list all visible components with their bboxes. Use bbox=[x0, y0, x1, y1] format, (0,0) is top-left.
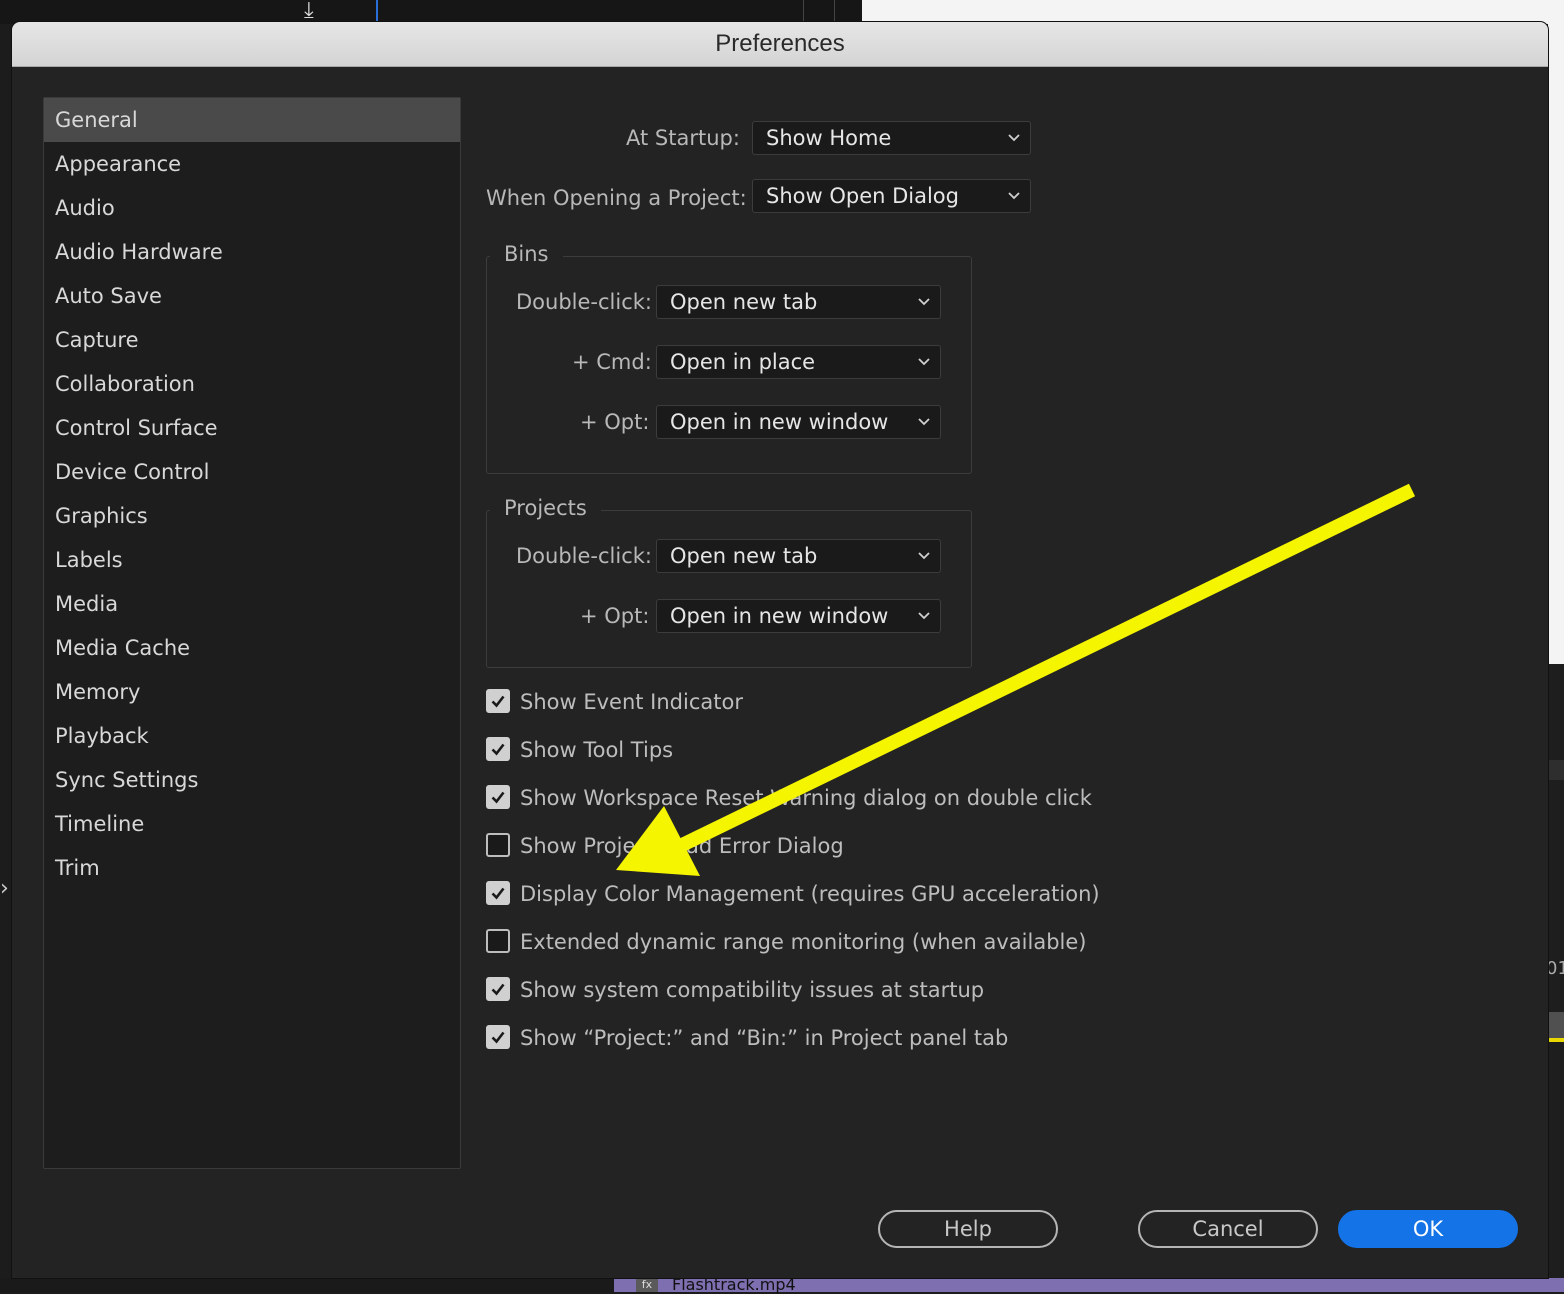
sidebar-item-device-control[interactable]: Device Control bbox=[44, 450, 460, 494]
background-app-marker bbox=[1548, 1038, 1564, 1042]
sidebar-item-control-surface[interactable]: Control Surface bbox=[44, 406, 460, 450]
checkbox-label: Show Project Load Error Dialog bbox=[520, 834, 844, 858]
background-app-bar bbox=[1548, 760, 1564, 780]
at-startup-select[interactable]: Show Home bbox=[752, 121, 1031, 155]
projects-group-title: Projects bbox=[490, 496, 601, 520]
fx-badge: fx bbox=[636, 1278, 658, 1292]
sidebar-item-playback[interactable]: Playback bbox=[44, 714, 460, 758]
projects-group bbox=[486, 510, 972, 668]
checkmark-icon bbox=[491, 695, 505, 708]
checkbox-label: Show Tool Tips bbox=[520, 738, 674, 762]
sidebar-item-sync-settings[interactable]: Sync Settings bbox=[44, 758, 460, 802]
bins-opt-value: Open in new window bbox=[670, 410, 889, 434]
when-opening-label: When Opening a Project: bbox=[486, 186, 747, 210]
sidebar-item-media[interactable]: Media bbox=[44, 582, 460, 626]
help-button[interactable]: Help bbox=[878, 1210, 1058, 1248]
projects-opt-select[interactable]: Open in new window bbox=[656, 599, 941, 633]
sidebar-item-labels[interactable]: Labels bbox=[44, 538, 460, 582]
sidebar-item-collaboration[interactable]: Collaboration bbox=[44, 362, 460, 406]
chevron-down-icon bbox=[1008, 192, 1020, 200]
checkbox-label: Extended dynamic range monitoring (when … bbox=[520, 930, 1087, 954]
preferences-sidebar: General Appearance Audio Audio Hardware … bbox=[43, 97, 461, 1169]
background-app-text: 01 bbox=[1546, 958, 1564, 979]
checkbox[interactable] bbox=[486, 737, 510, 761]
bins-cmd-label: + Cmd: bbox=[572, 350, 652, 374]
checkmark-icon bbox=[491, 1031, 505, 1044]
chevron-down-icon bbox=[918, 552, 930, 560]
checkbox[interactable] bbox=[486, 977, 510, 1001]
chevron-down-icon bbox=[1008, 134, 1020, 142]
checkbox[interactable] bbox=[486, 785, 510, 809]
sidebar-item-capture[interactable]: Capture bbox=[44, 318, 460, 362]
sidebar-item-general[interactable]: General bbox=[44, 98, 460, 142]
background-window-edge bbox=[1548, 24, 1564, 664]
checkbox[interactable] bbox=[486, 689, 510, 713]
when-opening-value: Show Open Dialog bbox=[766, 184, 959, 208]
sidebar-item-trim[interactable]: Trim bbox=[44, 846, 460, 890]
bins-double-click-label: Double-click: bbox=[516, 290, 652, 314]
checkbox-label: Show Workspace Reset Warning dialog on d… bbox=[520, 786, 1092, 810]
checkbox-label: Show system compatibility issues at star… bbox=[520, 978, 985, 1002]
checkbox-label: Show “Project:” and “Bin:” in Project pa… bbox=[520, 1026, 1009, 1050]
checkbox-label: Display Color Management (requires GPU a… bbox=[520, 882, 1100, 906]
chevron-down-icon bbox=[918, 358, 930, 366]
bins-group-title: Bins bbox=[490, 242, 563, 266]
checkbox[interactable] bbox=[486, 1025, 510, 1049]
checkbox-label: Show Event Indicator bbox=[520, 690, 743, 714]
checkbox[interactable] bbox=[486, 929, 510, 953]
dialog-title: Preferences bbox=[12, 22, 1548, 67]
checkmark-icon bbox=[491, 887, 505, 900]
chevron-right-icon: › bbox=[0, 876, 9, 901]
sidebar-item-audio[interactable]: Audio bbox=[44, 186, 460, 230]
chevron-down-icon bbox=[918, 418, 930, 426]
checkbox[interactable] bbox=[486, 833, 510, 857]
bins-double-click-value: Open new tab bbox=[670, 290, 818, 314]
sidebar-item-media-cache[interactable]: Media Cache bbox=[44, 626, 460, 670]
checkbox[interactable] bbox=[486, 881, 510, 905]
when-opening-select[interactable]: Show Open Dialog bbox=[752, 179, 1031, 213]
at-startup-label: At Startup: bbox=[626, 126, 740, 150]
sidebar-item-graphics[interactable]: Graphics bbox=[44, 494, 460, 538]
background-app-column bbox=[803, 0, 835, 22]
bins-cmd-select[interactable]: Open in place bbox=[656, 345, 941, 379]
bins-double-click-select[interactable]: Open new tab bbox=[656, 285, 941, 319]
checkmark-icon bbox=[491, 791, 505, 804]
projects-opt-value: Open in new window bbox=[670, 604, 889, 628]
bins-opt-label: + Opt: bbox=[580, 410, 650, 434]
cancel-button[interactable]: Cancel bbox=[1138, 1210, 1318, 1248]
ok-button[interactable]: OK bbox=[1338, 1210, 1518, 1248]
bins-cmd-value: Open in place bbox=[670, 350, 816, 374]
projects-double-click-value: Open new tab bbox=[670, 544, 818, 568]
background-window-top bbox=[862, 0, 1564, 24]
checkmark-icon bbox=[491, 743, 505, 756]
sidebar-item-memory[interactable]: Memory bbox=[44, 670, 460, 714]
background-playhead bbox=[376, 0, 378, 22]
bins-opt-select[interactable]: Open in new window bbox=[656, 405, 941, 439]
projects-double-click-label: Double-click: bbox=[516, 544, 652, 568]
at-startup-value: Show Home bbox=[766, 126, 892, 150]
preferences-dialog: Preferences General Appearance Audio Aud… bbox=[12, 22, 1548, 1278]
sidebar-item-audio-hardware[interactable]: Audio Hardware bbox=[44, 230, 460, 274]
chevron-down-icon bbox=[918, 612, 930, 620]
projects-double-click-select[interactable]: Open new tab bbox=[656, 539, 941, 573]
chevron-down-icon bbox=[918, 298, 930, 306]
import-icon: ⤓ bbox=[304, 0, 314, 23]
projects-opt-label: + Opt: bbox=[580, 604, 650, 628]
sidebar-item-auto-save[interactable]: Auto Save bbox=[44, 274, 460, 318]
checkmark-icon bbox=[491, 983, 505, 996]
sidebar-item-appearance[interactable]: Appearance bbox=[44, 142, 460, 186]
sidebar-item-timeline[interactable]: Timeline bbox=[44, 802, 460, 846]
background-app-top bbox=[0, 0, 862, 24]
background-app-track bbox=[1548, 1012, 1564, 1038]
